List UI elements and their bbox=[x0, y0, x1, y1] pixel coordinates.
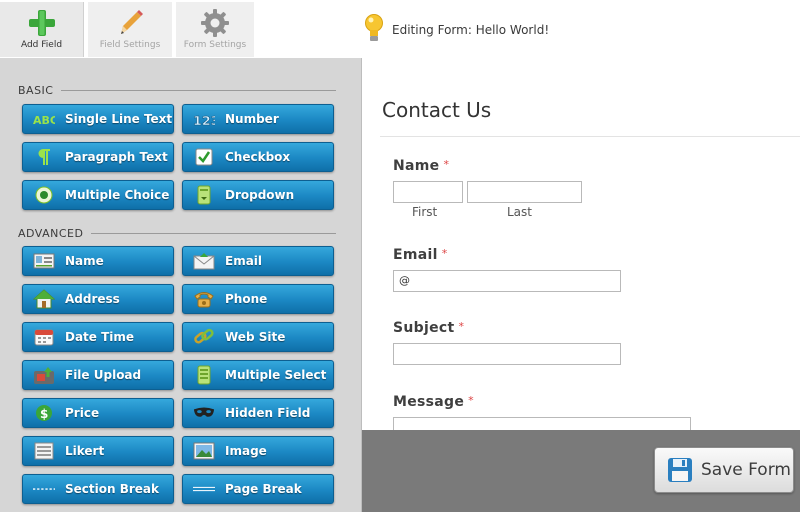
radio-icon bbox=[33, 185, 55, 205]
add-email-button[interactable]: Email bbox=[182, 246, 334, 276]
svg-text:123: 123 bbox=[193, 113, 215, 128]
tab-label: Add Field bbox=[20, 40, 63, 50]
tab-label: Form Settings bbox=[183, 40, 247, 50]
add-hidden-field-button[interactable]: Hidden Field bbox=[182, 398, 334, 428]
svg-text:ABC: ABC bbox=[33, 114, 55, 127]
file-upload-icon bbox=[33, 365, 55, 385]
number-123-icon: 123 bbox=[193, 109, 215, 129]
save-form-label: Save Form bbox=[701, 460, 791, 480]
advanced-section-heading: ADVANCED bbox=[18, 227, 336, 240]
multi-select-icon bbox=[193, 365, 215, 385]
subject-input[interactable] bbox=[393, 343, 621, 365]
add-phone-button[interactable]: Phone bbox=[182, 284, 334, 314]
required-marker: * bbox=[441, 247, 448, 260]
add-image-button[interactable]: Image bbox=[182, 436, 334, 466]
image-icon bbox=[193, 441, 215, 461]
field-palette: BASIC ABC Single Line Text 123 Number Pa… bbox=[0, 58, 362, 512]
mask-icon bbox=[193, 403, 215, 423]
add-date-time-button[interactable]: Date Time bbox=[22, 322, 174, 352]
email-input[interactable]: @ bbox=[393, 270, 621, 292]
required-marker: * bbox=[468, 394, 474, 407]
basic-section-heading: BASIC bbox=[18, 84, 336, 97]
editing-notice: Editing Form: Hello World! bbox=[364, 8, 549, 48]
add-web-site-button[interactable]: Web Site bbox=[182, 322, 334, 352]
add-multiple-select-button[interactable]: Multiple Select bbox=[182, 360, 334, 390]
add-section-break-button[interactable]: Section Break bbox=[22, 474, 174, 504]
add-multiple-choice-button[interactable]: Multiple Choice bbox=[22, 180, 174, 210]
phone-icon bbox=[193, 289, 215, 309]
lightbulb-icon bbox=[365, 14, 383, 41]
likert-grid-icon bbox=[33, 441, 55, 461]
checkbox-icon bbox=[193, 147, 215, 167]
envelope-icon bbox=[193, 251, 215, 271]
svg-text:$: $ bbox=[40, 407, 48, 421]
tab-add-field[interactable]: Add Field bbox=[0, 2, 84, 57]
add-address-button[interactable]: Address bbox=[22, 284, 174, 314]
editing-notice-text: Editing Form: Hello World! bbox=[392, 23, 550, 37]
add-number-button[interactable]: 123 Number bbox=[182, 104, 334, 134]
first-name-input[interactable] bbox=[393, 181, 463, 203]
dollar-icon: $ bbox=[33, 403, 55, 423]
subject-field-label[interactable]: Subject * bbox=[393, 320, 464, 336]
divider bbox=[380, 136, 800, 137]
save-form-button[interactable]: Save Form bbox=[654, 447, 794, 493]
house-icon bbox=[33, 289, 55, 309]
first-sublabel: First bbox=[412, 205, 438, 219]
add-file-upload-button[interactable]: File Upload bbox=[22, 360, 174, 390]
last-name-input[interactable] bbox=[467, 181, 582, 203]
form-title[interactable]: Contact Us bbox=[382, 98, 491, 122]
form-preview: Contact Us Name * First Last Email * @ Sub… bbox=[362, 58, 800, 437]
abc-text-icon: ABC bbox=[33, 109, 55, 129]
dashed-line-icon bbox=[33, 479, 55, 499]
add-paragraph-text-button[interactable]: Paragraph Text bbox=[22, 142, 174, 172]
add-page-break-button[interactable]: Page Break bbox=[182, 474, 334, 504]
gear-icon bbox=[201, 9, 229, 37]
add-dropdown-button[interactable]: Dropdown bbox=[182, 180, 334, 210]
tab-label: Field Settings bbox=[99, 40, 161, 50]
add-checkbox-button[interactable]: Checkbox bbox=[182, 142, 334, 172]
required-marker: * bbox=[443, 158, 450, 171]
add-price-button[interactable]: $ Price bbox=[22, 398, 174, 428]
add-name-button[interactable]: Name bbox=[22, 246, 174, 276]
name-card-icon bbox=[33, 251, 55, 271]
email-field-label[interactable]: Email * bbox=[393, 247, 448, 263]
calendar-icon bbox=[33, 327, 55, 347]
tab-form-settings[interactable]: Form Settings bbox=[176, 2, 254, 57]
chain-link-icon bbox=[193, 327, 215, 347]
pencil-icon bbox=[121, 10, 143, 34]
required-marker: * bbox=[458, 320, 465, 333]
add-likert-button[interactable]: Likert bbox=[22, 436, 174, 466]
page-break-icon bbox=[193, 479, 215, 499]
floppy-disk-icon bbox=[668, 458, 692, 482]
tab-field-settings[interactable]: Field Settings bbox=[88, 2, 172, 57]
pilcrow-icon bbox=[33, 147, 55, 167]
plus-icon bbox=[28, 10, 55, 36]
name-field-label[interactable]: Name * bbox=[393, 158, 449, 174]
add-single-line-text-button[interactable]: ABC Single Line Text bbox=[22, 104, 174, 134]
dropdown-icon bbox=[193, 185, 215, 205]
bottom-action-bar: Save Form bbox=[362, 430, 800, 512]
message-field-label[interactable]: Message * bbox=[393, 394, 474, 410]
top-toolbar: Add Field Field Settings Form Settings E… bbox=[0, 0, 800, 59]
last-sublabel: Last bbox=[507, 205, 532, 219]
